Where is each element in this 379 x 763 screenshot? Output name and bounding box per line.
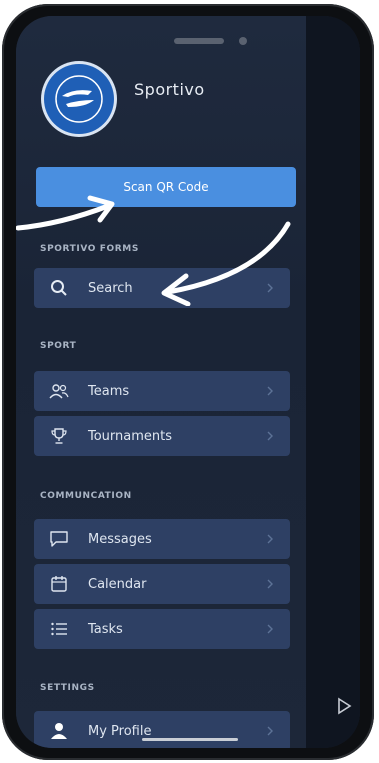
screen: Sportivo Scan QR Code SPORTIVO FORMS Sea… bbox=[16, 16, 360, 748]
chevron-right-icon bbox=[264, 533, 276, 545]
profile-icon bbox=[48, 720, 70, 742]
menu-item-label: Teams bbox=[88, 383, 130, 399]
scan-qr-code-label: Scan QR Code bbox=[123, 180, 209, 194]
chevron-right-icon bbox=[264, 725, 276, 737]
section-title-sport: SPORT bbox=[40, 341, 77, 351]
menu-item-tasks[interactable]: Tasks bbox=[34, 609, 290, 649]
play-icon[interactable] bbox=[334, 696, 354, 716]
chevron-right-icon bbox=[264, 430, 276, 442]
menu-item-search[interactable]: Search bbox=[34, 268, 290, 308]
section-title-communication: COMMUNCATION bbox=[40, 491, 132, 501]
navigation-drawer: Sportivo Scan QR Code SPORTIVO FORMS Sea… bbox=[16, 16, 306, 748]
section-title-settings: SETTINGS bbox=[40, 683, 95, 693]
menu-item-tournaments[interactable]: Tournaments bbox=[34, 416, 290, 456]
menu-item-my-profile[interactable]: My Profile bbox=[34, 711, 290, 748]
section-title-forms: SPORTIVO FORMS bbox=[40, 244, 139, 254]
logo-mark-icon bbox=[55, 75, 103, 123]
sportivo-logo bbox=[44, 64, 114, 134]
scan-qr-code-button[interactable]: Scan QR Code bbox=[36, 167, 296, 207]
front-camera bbox=[239, 37, 247, 45]
chevron-right-icon bbox=[264, 385, 276, 397]
menu-item-messages[interactable]: Messages bbox=[34, 519, 290, 559]
speaker-notch bbox=[174, 38, 224, 44]
menu-item-label: Search bbox=[88, 280, 133, 296]
menu-item-label: Messages bbox=[88, 531, 152, 547]
search-icon bbox=[48, 277, 70, 299]
menu-item-label: Tournaments bbox=[88, 428, 173, 444]
trophy-icon bbox=[48, 425, 70, 447]
chevron-right-icon bbox=[264, 282, 276, 294]
main-content-backdrop[interactable] bbox=[306, 16, 360, 748]
chevron-right-icon bbox=[264, 578, 276, 590]
calendar-icon bbox=[48, 573, 70, 595]
menu-item-label: Tasks bbox=[88, 621, 123, 637]
menu-item-teams[interactable]: Teams bbox=[34, 371, 290, 411]
app-title: Sportivo bbox=[134, 80, 205, 99]
home-indicator bbox=[142, 738, 238, 741]
menu-item-label: Calendar bbox=[88, 576, 147, 592]
message-icon bbox=[48, 528, 70, 550]
chevron-right-icon bbox=[264, 623, 276, 635]
tasks-icon bbox=[48, 618, 70, 640]
menu-item-label: My Profile bbox=[88, 723, 152, 739]
phone-frame: Sportivo Scan QR Code SPORTIVO FORMS Sea… bbox=[2, 4, 374, 760]
menu-item-calendar[interactable]: Calendar bbox=[34, 564, 290, 604]
users-icon bbox=[48, 380, 70, 402]
